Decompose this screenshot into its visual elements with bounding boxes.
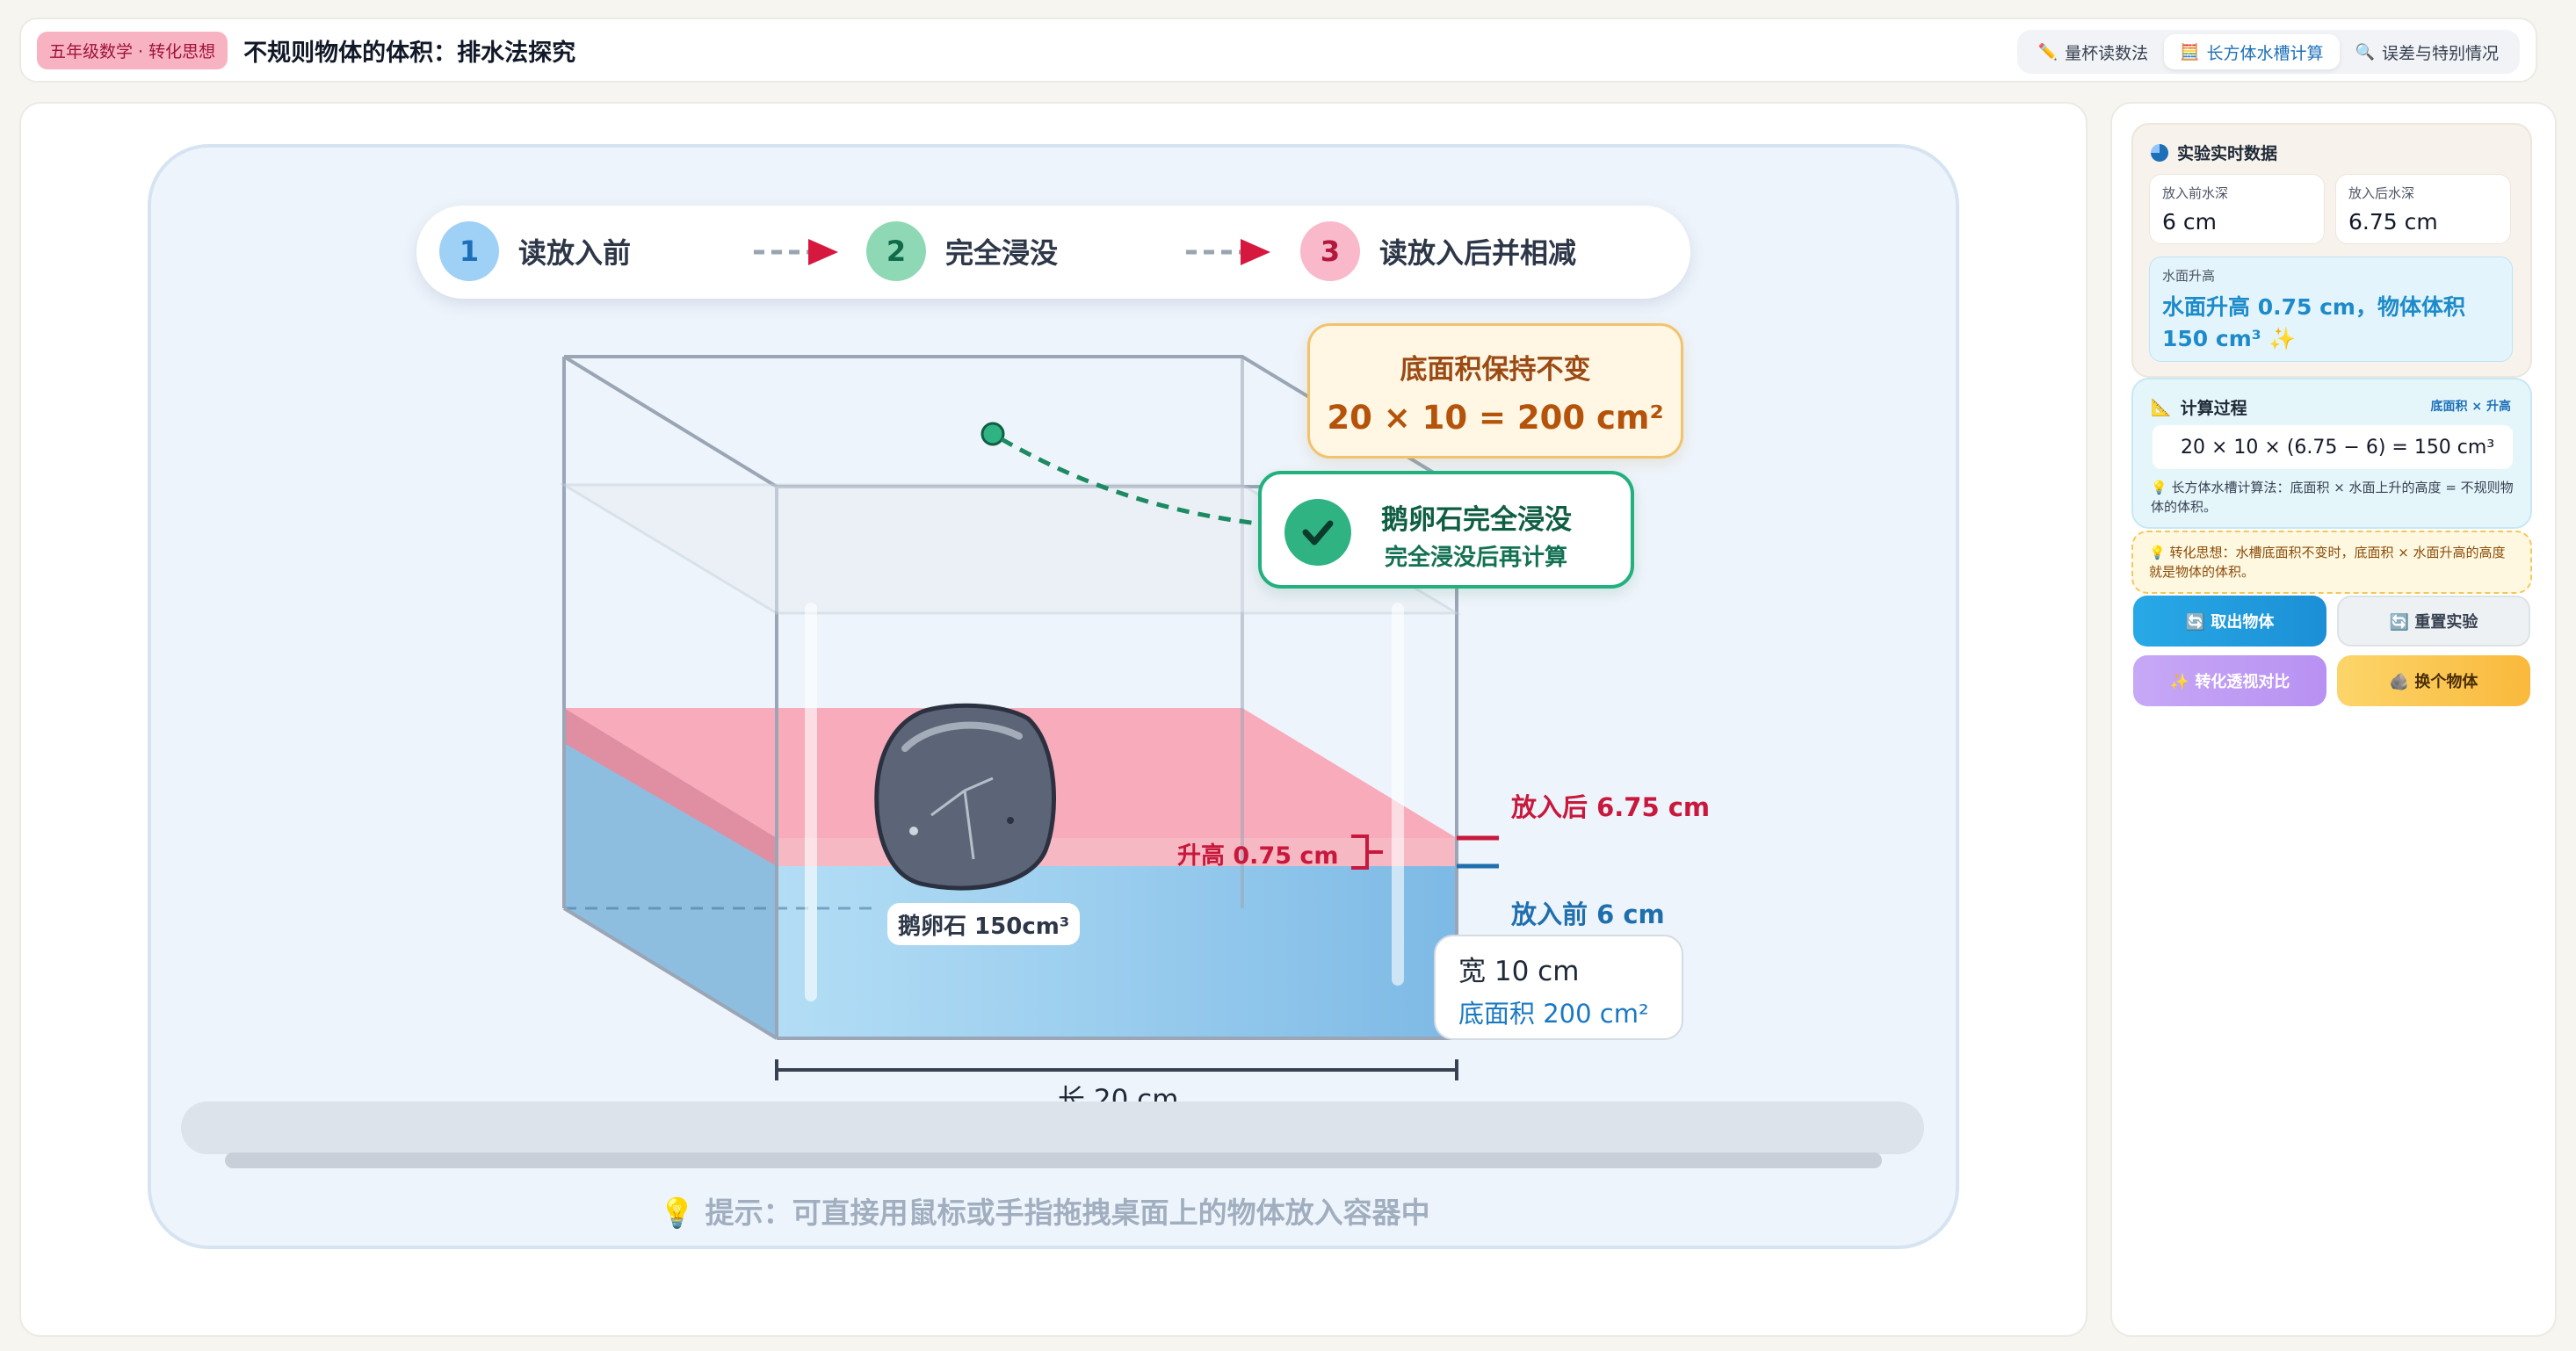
glass-highlight [805,603,817,1001]
step-1: 1 读放入前 [439,221,631,281]
step-number: 3 [1300,221,1360,281]
take-out-button[interactable]: 🔄 取出物体 [2133,596,2326,647]
water-front-shade [777,866,1457,1038]
pie-chart-icon [2151,143,2168,162]
calc-title: 📐 计算过程 [2151,398,2247,418]
callout-formula: 20 × 10 = 200 cm² [1327,399,1664,437]
after-level-label: 放入后 6.75 cm [1511,792,1711,822]
steps-progress: 1 读放入前 2 完全浸没 3 读放入后并相减 [416,206,1690,299]
change-object-button[interactable]: 🪨 换个物体 [2337,655,2530,706]
idea-card: 💡 转化思想：水槽底面积不变时，底面积 × 水面升高的高度就是物体的体积。 [2131,531,2532,594]
step-2: 2 完全浸没 [866,221,1058,281]
callout-title: 鹅卵石完全浸没 [1381,504,1572,536]
step-3: 3 读放入后并相减 [1300,221,1576,281]
formula-box: 20 × 10 × (6.75 − 6) = 150 cm³ [2153,425,2513,469]
width-value: 宽 10 cm [1458,956,1580,987]
reset-button[interactable]: 🔄 重置实验 [2337,596,2530,647]
after-depth-value: 6.75 cm [2348,209,2438,235]
after-depth-box: 放入后水深 6.75 cm [2335,174,2511,244]
rise-value: 水面升高 0.75 cm，物体体积 150 cm³ ✨ [2162,294,2465,351]
step-number: 2 [866,221,926,281]
callout-title: 底面积保持不变 [1400,354,1591,386]
step-arrow-icon [1186,239,1270,265]
step-label: 完全浸没 [945,236,1059,270]
ruler-icon: 📐 [2151,398,2172,417]
before-level-label: 放入前 6 cm [1511,899,1665,929]
desk-surface[interactable] [181,1102,1924,1154]
step-label: 读放入前 [518,236,632,270]
before-depth-key: 放入前水深 [2162,185,2229,201]
pin-dot [980,422,1005,446]
submerged-callout: 鹅卵石完全浸没 完全浸没后再计算 [1258,471,1634,589]
step-number: 1 [439,221,499,281]
after-depth-key: 放入后水深 [2348,185,2415,201]
drag-hint: 💡 提示：可直接用鼠标或手指拖拽桌面上的物体放入容器中 [659,1196,1430,1230]
compare-button[interactable]: ✨ 转化透视对比 [2133,655,2326,706]
stone-object[interactable] [874,703,1057,891]
before-depth-box: 放入前水深 6 cm [2149,174,2325,244]
live-data-title: 实验实时数据 [2151,141,2277,164]
calc-tag: 底面积 × 升高 [2430,400,2511,414]
rise-label: 升高 0.75 cm [1177,842,1339,870]
calc-card: 📐 计算过程 底面积 × 升高 20 × 10 × (6.75 − 6) = 1… [2131,378,2532,529]
base-area-callout: 底面积保持不变 20 × 10 = 200 cm² [1307,323,1683,459]
step-arrow-icon [754,239,838,265]
width-card: 宽 10 cm 底面积 200 cm² [1434,935,1683,1040]
desk-edge [225,1152,1882,1168]
check-icon [1284,499,1351,566]
stone-label: 鹅卵石 150cm³ [887,903,1081,945]
base-area-value: 底面积 200 cm² [1458,999,1649,1029]
rise-result-box: 水面升高 水面升高 0.75 cm，物体体积 150 cm³ ✨ [2149,256,2513,362]
callout-subtitle: 完全浸没后再计算 [1385,545,1568,571]
calc-note: 💡 长方体水槽计算法：底面积 × 水面上升的高度 = 不规则物体的体积。 [2151,480,2514,515]
rise-key: 水面升高 [2162,268,2216,284]
step-label: 读放入后并相减 [1379,236,1577,270]
water-rise-front [777,838,1457,866]
glass-highlight [1392,603,1404,986]
before-depth-value: 6 cm [2162,209,2217,235]
